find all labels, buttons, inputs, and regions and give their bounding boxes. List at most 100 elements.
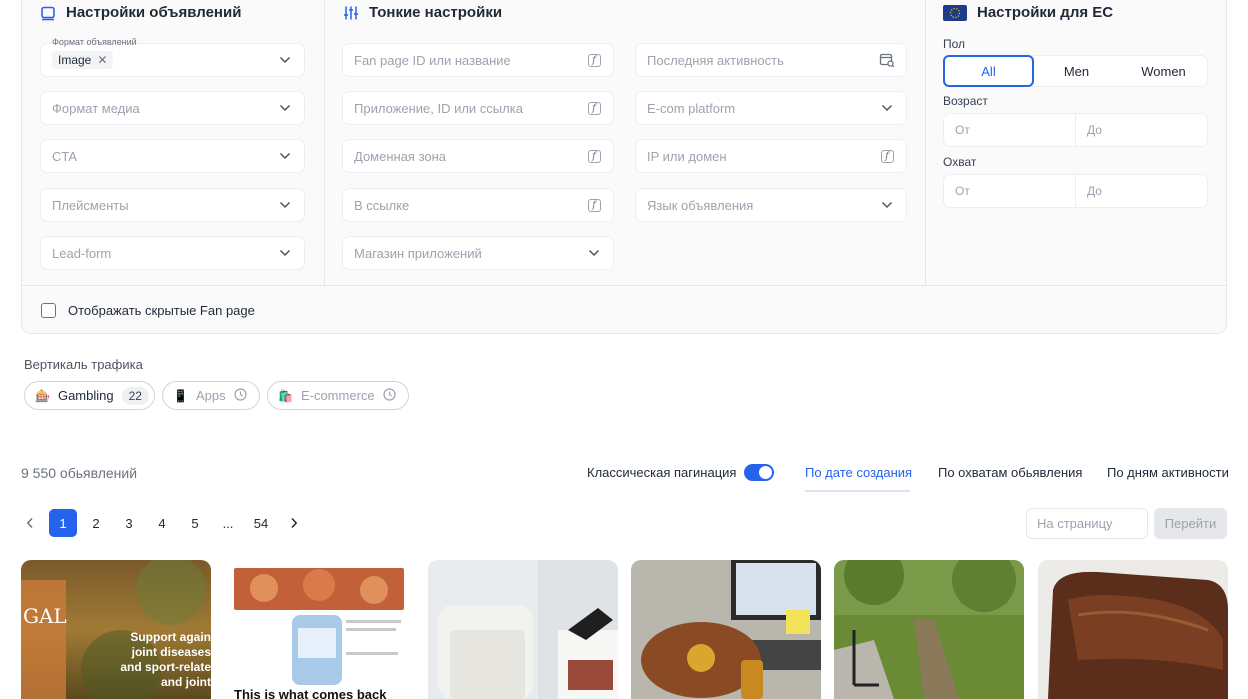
reach-range: От До	[943, 174, 1208, 208]
ad-card-3[interactable]	[428, 560, 618, 699]
media-format-select[interactable]: Формат медиа	[40, 91, 305, 125]
eu-settings-title-text: Настройки для ЕС	[977, 4, 1114, 21]
reach-from-input[interactable]: От	[944, 175, 1075, 207]
placements-select[interactable]: Плейсменты	[40, 188, 305, 222]
caption-line: and sport-relate	[120, 660, 211, 674]
chevron-down-icon	[277, 100, 293, 116]
hidden-fanpage-label: Отображать скрытые Fan page	[68, 303, 255, 318]
ad-card-image	[631, 560, 821, 699]
hidden-fanpage-checkbox[interactable]: Отображать скрытые Fan page	[41, 303, 255, 318]
sliders-icon	[344, 6, 358, 19]
gender-option-all[interactable]: All	[943, 55, 1034, 87]
page-1-button[interactable]: 1	[49, 509, 77, 537]
ad-card-4[interactable]	[631, 560, 821, 699]
ad-card-image	[1038, 560, 1228, 699]
facebook-icon: f	[587, 101, 601, 115]
lead-form-placeholder: Lead-form	[52, 245, 112, 261]
ip-domain-input[interactable]: IP или домен f	[635, 139, 907, 173]
sort-tab-activity[interactable]: По дням активности	[1107, 465, 1229, 480]
per-page-input[interactable]: На страницу	[1026, 508, 1148, 539]
domain-zone-input[interactable]: Доменная зона f	[342, 139, 614, 173]
clock-icon	[233, 387, 247, 404]
vertical-count-badge: 22	[121, 386, 149, 405]
ad-card-5[interactable]	[834, 560, 1024, 699]
go-button[interactable]: Перейти	[1154, 508, 1227, 539]
column-divider	[925, 0, 926, 285]
calendar-search-icon[interactable]	[879, 52, 895, 68]
reach-label: Охват	[943, 155, 977, 169]
card1-caption: Support again joint diseases and sport-r…	[120, 630, 211, 690]
ad-card-2[interactable]: This is what comes back	[224, 560, 414, 699]
ad-card-1[interactable]: GAL Support again joint diseases and spo…	[21, 560, 211, 699]
last-activity-placeholder: Последняя активность	[647, 52, 784, 68]
facebook-icon: f	[587, 198, 601, 212]
vertical-pill-apps[interactable]: 📱 Apps	[162, 381, 260, 410]
fan-page-placeholder: Fan page ID или название	[354, 52, 511, 68]
ad-language-select[interactable]: Язык объявления	[635, 188, 907, 222]
fan-page-input[interactable]: Fan page ID или название f	[342, 43, 614, 77]
results-count: 9 550 обьявлений	[21, 465, 138, 481]
page-54-button[interactable]: 54	[247, 509, 275, 537]
chip-close-icon[interactable]: ✕	[97, 53, 107, 67]
page-5-button[interactable]: 5	[181, 509, 209, 537]
casino-icon: 🎰	[35, 388, 50, 403]
reach-to-input[interactable]: До	[1075, 175, 1207, 207]
classic-pagination-toggle[interactable]	[744, 464, 774, 481]
next-page-icon[interactable]	[280, 509, 308, 537]
ad-card-6[interactable]	[1038, 560, 1228, 699]
in-link-input[interactable]: В ссылке f	[342, 188, 614, 222]
ip-domain-placeholder: IP или домен	[647, 148, 727, 164]
fine-settings-title: Тонкие настройки	[343, 4, 502, 21]
ad-card-image	[428, 560, 618, 699]
sort-tab-reach[interactable]: По охватам обьявления	[938, 465, 1082, 480]
age-label: Возраст	[943, 94, 988, 108]
ad-format-label: Формат объявлений	[52, 37, 137, 47]
facebook-icon: f	[880, 149, 894, 163]
age-from-input[interactable]: От	[944, 114, 1075, 146]
clock-icon	[383, 387, 396, 404]
vertical-label: Gambling	[57, 388, 114, 403]
caption-line: joint diseases	[131, 645, 211, 659]
row-divider	[22, 285, 1226, 286]
ad-card-image	[224, 560, 414, 699]
shopping-bags-icon: 🛍️	[278, 388, 293, 403]
chevron-down-icon	[277, 52, 293, 68]
chevron-down-icon	[879, 197, 895, 213]
placements-placeholder: Плейсменты	[52, 197, 129, 213]
ad-card-image	[834, 560, 1024, 699]
ecom-platform-select[interactable]: E-com platform	[635, 91, 907, 125]
phone-icon: 📱	[173, 388, 188, 403]
lead-form-select[interactable]: Lead-form	[40, 236, 305, 270]
prev-page-icon[interactable]	[16, 509, 44, 537]
gender-option-men[interactable]: Men	[1033, 56, 1120, 86]
facebook-icon: f	[587, 53, 601, 67]
app-input[interactable]: Приложение, ID или ссылка f	[342, 91, 614, 125]
classic-pagination-label: Классическая пагинация	[587, 465, 737, 480]
chevron-down-icon	[277, 245, 293, 261]
cta-select[interactable]: CTA	[40, 139, 305, 173]
active-tab-underline	[805, 490, 910, 492]
vertical-title: Вертикаль трафика	[24, 357, 143, 372]
page-4-button[interactable]: 4	[148, 509, 176, 537]
page-2-button[interactable]: 2	[82, 509, 110, 537]
vertical-pill-ecommerce[interactable]: 🛍️ E-commerce	[267, 381, 409, 410]
vertical-label: E-commerce	[300, 388, 375, 403]
vertical-pill-gambling[interactable]: 🎰 Gambling 22	[24, 381, 155, 410]
caption-line: and joint	[161, 675, 211, 689]
age-to-input[interactable]: До	[1075, 114, 1207, 146]
gender-label: Пол	[943, 37, 966, 51]
ad-settings-icon	[41, 6, 55, 20]
gender-option-women[interactable]: Women	[1120, 56, 1207, 86]
page-3-button[interactable]: 3	[115, 509, 143, 537]
checkbox-box[interactable]	[41, 303, 56, 318]
domain-zone-placeholder: Доменная зона	[354, 148, 447, 164]
facebook-icon: f	[587, 149, 601, 163]
sort-tab-date[interactable]: По дате создания	[805, 465, 912, 480]
ad-format-select[interactable]: Image ✕	[40, 43, 305, 77]
eu-settings-title: Настройки для ЕС	[943, 4, 1113, 21]
chevron-down-icon	[586, 245, 602, 261]
cta-placeholder: CTA	[52, 148, 78, 164]
page-ellipsis: ...	[222, 515, 234, 531]
last-activity-input[interactable]: Последняя активность	[635, 43, 907, 77]
app-store-select[interactable]: Магазин приложений	[342, 236, 614, 270]
